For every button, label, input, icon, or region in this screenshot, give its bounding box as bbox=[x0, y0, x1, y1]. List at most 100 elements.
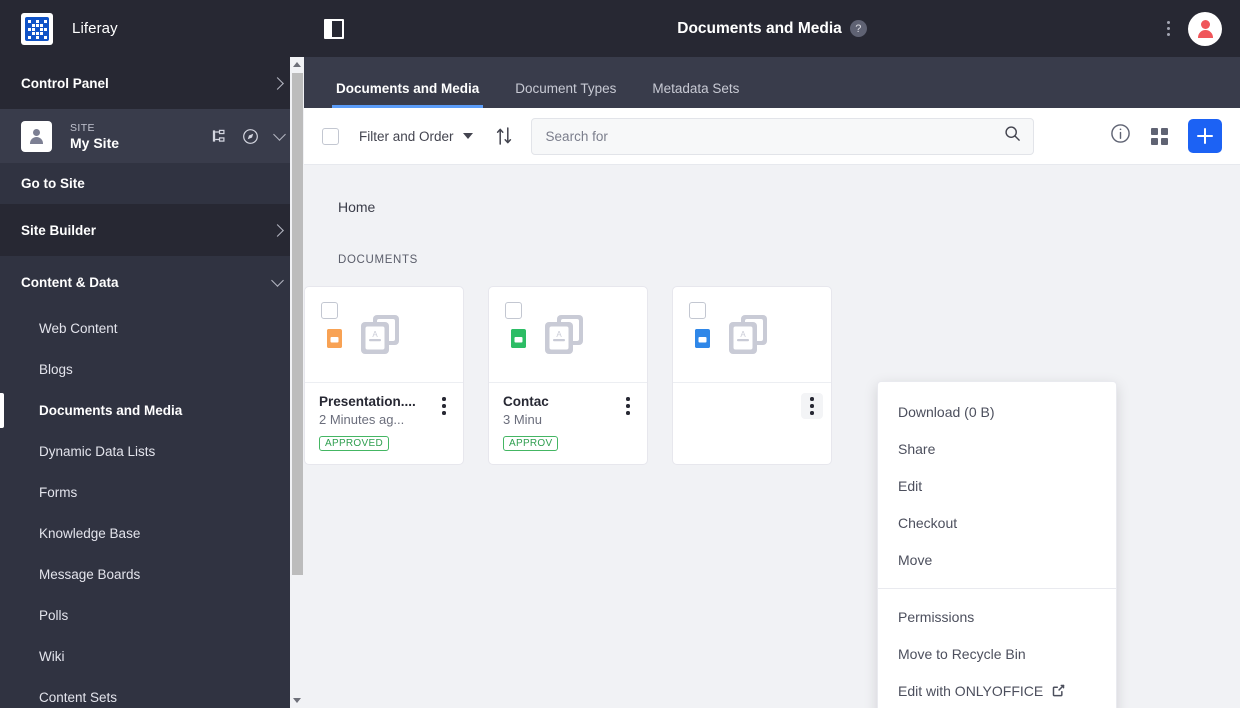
external-link-icon bbox=[1052, 684, 1065, 697]
site-name: My Site bbox=[70, 135, 212, 151]
sidebar-item-content-sets[interactable]: Content Sets bbox=[0, 677, 304, 708]
document-card-thumbnail: A bbox=[489, 287, 647, 383]
page-title: Documents and Media bbox=[677, 20, 842, 38]
tab-metadata-sets[interactable]: Metadata Sets bbox=[634, 82, 757, 109]
document-card-modified: 3 Minu bbox=[503, 412, 635, 427]
help-question-icon[interactable]: ? bbox=[850, 20, 867, 37]
status-badge: APPROV bbox=[503, 436, 558, 451]
toolbar-right-actions bbox=[1090, 119, 1222, 153]
document-card-modified: 2 Minutes ag... bbox=[319, 412, 451, 427]
svg-text:A: A bbox=[556, 330, 562, 339]
menu-item-move-to-recycle-bin[interactable]: Move to Recycle Bin bbox=[878, 635, 1116, 672]
menu-item-edit-with-onlyoffice[interactable]: Edit with ONLYOFFICE bbox=[878, 672, 1116, 708]
user-avatar-icon[interactable] bbox=[1188, 12, 1222, 46]
sidebar-item-wiki[interactable]: Wiki bbox=[0, 636, 304, 677]
site-builder-label: Site Builder bbox=[21, 223, 96, 238]
documents-section-label: DOCUMENTS bbox=[304, 254, 1240, 266]
text-document-file-icon bbox=[695, 329, 710, 348]
toolbar: Filter and Order bbox=[304, 108, 1240, 165]
document-card[interactable]: A bbox=[672, 286, 832, 465]
sidebar-item-knowledge-base[interactable]: Knowledge Base bbox=[0, 513, 304, 554]
brand-name: Liferay bbox=[72, 20, 118, 37]
document-card-title: Presentation.... bbox=[319, 394, 451, 409]
sidebar-item-site-builder[interactable]: Site Builder bbox=[0, 204, 304, 256]
vertical-kebab-icon[interactable] bbox=[1167, 21, 1170, 36]
scroll-up-arrow-icon[interactable] bbox=[293, 62, 301, 67]
tab-bar: Documents and Media Document Types Metadat… bbox=[304, 57, 1240, 108]
menu-item-label: Edit with ONLYOFFICE bbox=[898, 683, 1043, 699]
document-card-body: Contac 3 Minu APPROV bbox=[489, 383, 647, 464]
chevron-right-icon bbox=[271, 224, 284, 237]
sidebar-item-label: Polls bbox=[39, 608, 68, 623]
site-kicker: SITE bbox=[70, 122, 212, 134]
panel-toggle-icon[interactable] bbox=[324, 19, 344, 39]
app-root: Liferay Control Panel SITE My Site bbox=[0, 0, 1240, 708]
sidebar-item-label: Message Boards bbox=[39, 567, 140, 582]
document-card-thumbnail: A bbox=[305, 287, 463, 383]
sidebar-item-control-panel[interactable]: Control Panel bbox=[0, 57, 304, 109]
select-all-checkbox[interactable] bbox=[322, 128, 339, 145]
info-circle-icon[interactable] bbox=[1110, 123, 1131, 149]
sidebar-item-go-to-site[interactable]: Go to Site bbox=[0, 163, 304, 204]
document-card-title: Contac bbox=[503, 394, 635, 409]
sidebar-item-label: Content Sets bbox=[39, 690, 117, 705]
document-card[interactable]: A Contac 3 Minu APPROV bbox=[488, 286, 648, 465]
grid-view-icon[interactable] bbox=[1151, 128, 1168, 145]
search-field[interactable] bbox=[531, 118, 1034, 155]
compass-icon[interactable] bbox=[242, 128, 259, 145]
document-card-kebab-button[interactable] bbox=[433, 393, 455, 419]
sidebar-item-label: Wiki bbox=[39, 649, 65, 664]
document-card-checkbox[interactable] bbox=[321, 302, 338, 319]
top-bar-actions bbox=[1167, 12, 1222, 46]
sidebar-item-polls[interactable]: Polls bbox=[0, 595, 304, 636]
status-badge: APPROVED bbox=[319, 436, 389, 451]
scroll-down-arrow-icon[interactable] bbox=[293, 698, 301, 703]
menu-item-edit[interactable]: Edit bbox=[878, 467, 1116, 504]
menu-item-permissions[interactable]: Permissions bbox=[878, 598, 1116, 635]
site-hierarchy-icon[interactable] bbox=[212, 129, 226, 143]
document-card-checkbox[interactable] bbox=[689, 302, 706, 319]
chevron-down-icon[interactable] bbox=[273, 128, 286, 141]
menu-item-label: Checkout bbox=[898, 515, 957, 531]
site-meta: SITE My Site bbox=[70, 122, 212, 151]
tab-label: Documents and Media bbox=[336, 81, 479, 96]
sidebar-item-forms[interactable]: Forms bbox=[0, 472, 304, 513]
search-input[interactable] bbox=[546, 129, 1004, 144]
chevron-right-icon bbox=[271, 77, 284, 90]
menu-item-label: Permissions bbox=[898, 609, 974, 625]
document-stack-icon: A bbox=[357, 309, 409, 361]
main-area: Documents and Media ? Documents and Medi… bbox=[304, 0, 1240, 708]
menu-item-move[interactable]: Move bbox=[878, 541, 1116, 578]
site-avatar-icon bbox=[21, 121, 52, 152]
breadcrumb[interactable]: Home bbox=[304, 199, 1240, 215]
filter-and-order-button[interactable]: Filter and Order bbox=[359, 129, 473, 144]
menu-item-label: Move to Recycle Bin bbox=[898, 646, 1026, 662]
document-card-thumbnail: A bbox=[673, 287, 831, 383]
sidebar-site-selector[interactable]: SITE My Site bbox=[0, 109, 304, 163]
top-bar: Documents and Media ? bbox=[304, 0, 1240, 57]
menu-item-share[interactable]: Share bbox=[878, 430, 1116, 467]
menu-item-label: Share bbox=[898, 441, 935, 457]
tab-documents-and-media[interactable]: Documents and Media bbox=[318, 82, 497, 109]
menu-item-download-0-b-[interactable]: Download (0 B) bbox=[878, 393, 1116, 430]
control-panel-label: Control Panel bbox=[21, 76, 109, 91]
tab-document-types[interactable]: Document Types bbox=[497, 82, 634, 109]
menu-item-label: Edit bbox=[898, 478, 922, 494]
document-card-kebab-button[interactable] bbox=[617, 393, 639, 419]
document-card-kebab-button[interactable] bbox=[801, 393, 823, 419]
sidebar-item-message-boards[interactable]: Message Boards bbox=[0, 554, 304, 595]
add-button[interactable] bbox=[1188, 119, 1222, 153]
document-card[interactable]: A Presentation.... 2 Minutes ag... APPROVE… bbox=[304, 286, 464, 465]
document-card-checkbox[interactable] bbox=[505, 302, 522, 319]
site-action-icons bbox=[212, 128, 284, 145]
caret-down-icon bbox=[463, 133, 473, 139]
go-to-site-label: Go to Site bbox=[21, 176, 85, 191]
sidebar-item-label: Knowledge Base bbox=[39, 526, 140, 541]
search-icon[interactable] bbox=[1004, 125, 1021, 147]
tab-label: Metadata Sets bbox=[652, 81, 739, 96]
menu-divider bbox=[878, 588, 1116, 589]
sort-arrows-icon[interactable] bbox=[495, 126, 513, 146]
menu-item-checkout[interactable]: Checkout bbox=[878, 504, 1116, 541]
brand-header: Liferay bbox=[0, 0, 304, 57]
document-card-body: Presentation.... 2 Minutes ag... APPROVED bbox=[305, 383, 463, 464]
